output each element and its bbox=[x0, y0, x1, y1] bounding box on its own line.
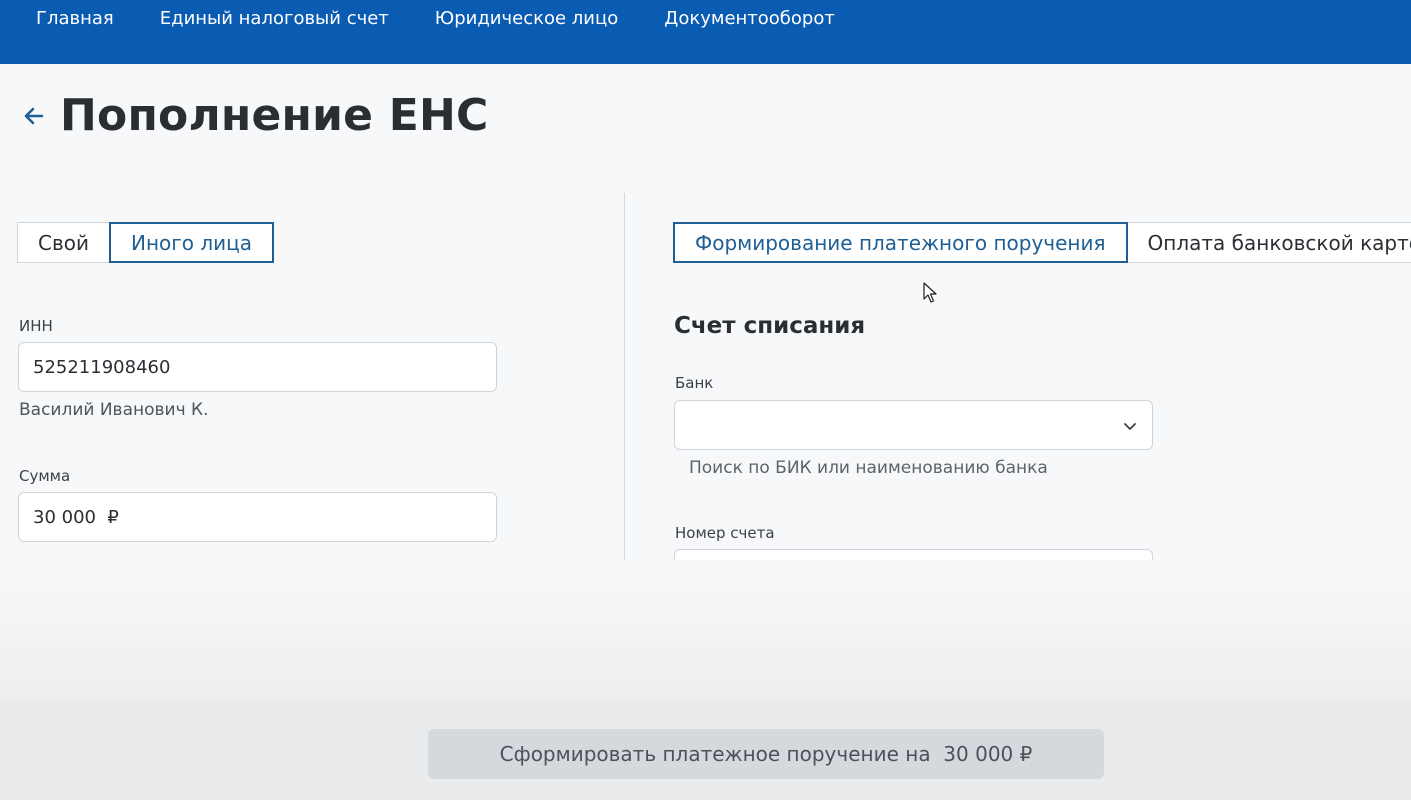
debit-account-heading: Счет списания bbox=[674, 313, 866, 339]
nav-item-home[interactable]: Главная bbox=[36, 8, 114, 29]
payer-toggle: Свой Иного лица bbox=[17, 222, 275, 263]
inn-value: 525211908460 bbox=[33, 356, 171, 378]
payer-option-self[interactable]: Свой bbox=[17, 222, 110, 263]
account-number-label: Номер счета bbox=[675, 524, 775, 542]
chevron-down-icon bbox=[1124, 423, 1136, 430]
payment-method-toggle: Формирование платежного поручения Оплата… bbox=[673, 222, 1411, 263]
nav-item-legal-entity[interactable]: Юридическое лицо bbox=[435, 8, 618, 29]
method-option-bank-card[interactable]: Оплата банковской картой bbox=[1126, 222, 1411, 263]
bank-label: Банк bbox=[675, 374, 714, 392]
bottom-fade bbox=[0, 560, 1411, 700]
arrow-left-icon[interactable] bbox=[20, 102, 48, 130]
inn-owner-name: Василий Иванович К. bbox=[19, 400, 209, 420]
bank-search-hint: Поиск по БИК или наименованию банка bbox=[689, 458, 1048, 478]
bank-select[interactable] bbox=[674, 400, 1153, 450]
main-nav: Главная Единый налоговый счет Юридическо… bbox=[36, 8, 881, 29]
nav-item-document-flow[interactable]: Документооборот bbox=[664, 8, 835, 29]
nav-item-unified-tax-account[interactable]: Единый налоговый счет bbox=[160, 8, 389, 29]
create-payment-order-button[interactable]: Сформировать платежное поручение на 30 0… bbox=[428, 729, 1104, 779]
amount-input[interactable]: 30 000 ₽ bbox=[18, 492, 497, 542]
mouse-cursor-icon bbox=[923, 282, 937, 303]
page-header: Пополнение ЕНС bbox=[20, 90, 489, 141]
inn-input[interactable]: 525211908460 bbox=[18, 342, 497, 392]
amount-label: Сумма bbox=[19, 467, 71, 485]
top-navigation-bar: Главная Единый налоговый счет Юридическо… bbox=[0, 0, 1411, 64]
page-title: Пополнение ЕНС bbox=[60, 90, 489, 141]
amount-value: 30 000 ₽ bbox=[33, 506, 119, 528]
payer-option-other-person[interactable]: Иного лица bbox=[109, 222, 275, 263]
create-payment-order-label: Сформировать платежное поручение на 30 0… bbox=[499, 742, 1033, 766]
method-option-payment-order[interactable]: Формирование платежного поручения bbox=[673, 222, 1128, 263]
inn-label: ИНН bbox=[19, 317, 53, 335]
column-divider bbox=[624, 193, 625, 599]
